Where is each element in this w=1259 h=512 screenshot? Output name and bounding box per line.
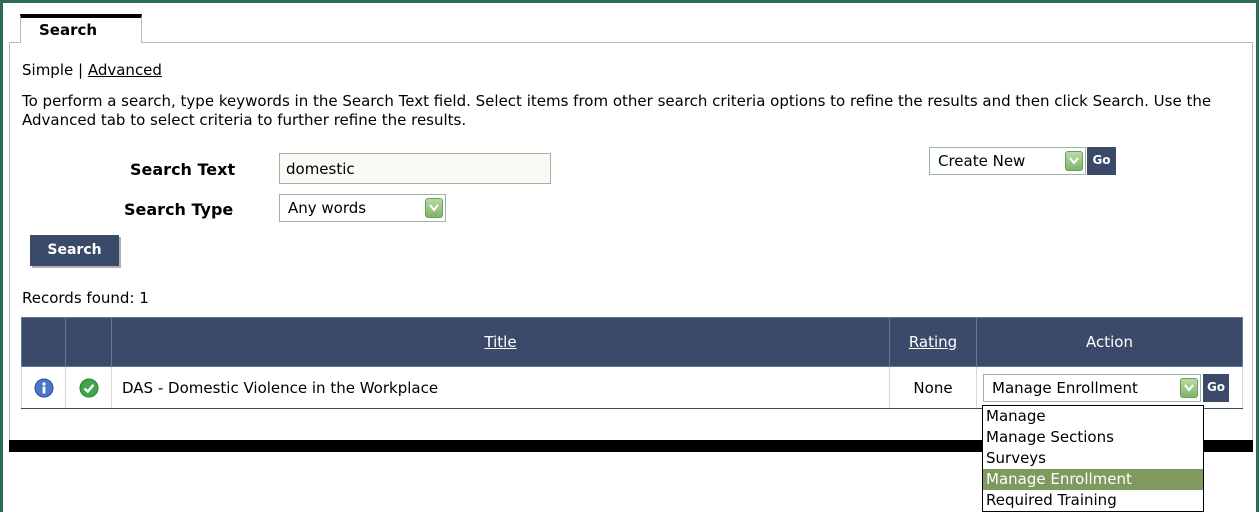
table-row: DAS - Domestic Violence in the Workplace… [21, 366, 1243, 409]
dropdown-option-manage-enrollment[interactable]: Manage Enrollment [983, 469, 1203, 490]
results-table: Title Rating Action DAS - Domestic Viole… [21, 317, 1243, 409]
search-mode-links: Simple | Advanced [22, 61, 162, 79]
tab-search[interactable]: Search [20, 14, 142, 43]
info-icon[interactable] [34, 378, 54, 398]
search-button[interactable]: Search [30, 235, 119, 266]
header-title: Title [111, 317, 890, 367]
chevron-down-icon[interactable] [1180, 378, 1198, 398]
sort-rating-link[interactable]: Rating [909, 333, 957, 351]
dropdown-option-manage-sections[interactable]: Manage Sections [983, 427, 1203, 448]
rating-cell: None [889, 366, 977, 409]
status-cell [65, 366, 112, 409]
table-header-row: Title Rating Action [21, 317, 1243, 367]
header-rating: Rating [889, 317, 977, 367]
dropdown-option-manage[interactable]: Manage [983, 406, 1203, 427]
action-go-button[interactable]: Go [1203, 374, 1229, 402]
header-info-col [21, 317, 66, 367]
header-action: Action [976, 317, 1243, 367]
action-dropdown-list[interactable]: Manage Manage Sections Surveys Manage En… [982, 405, 1204, 512]
records-found: Records found: 1 [22, 289, 149, 307]
title-cell: DAS - Domestic Violence in the Workplace [111, 366, 890, 409]
simple-mode-label: Simple [22, 61, 74, 79]
chevron-down-icon[interactable] [425, 198, 443, 218]
chevron-down-icon[interactable] [1065, 151, 1083, 171]
tab-strip: Search [9, 6, 1253, 43]
dropdown-option-required-training[interactable]: Required Training [983, 490, 1203, 511]
search-text-input[interactable]: domestic [279, 153, 551, 184]
search-instructions: To perform a search, type keywords in th… [22, 92, 1212, 129]
create-new-go-button[interactable]: Go [1087, 147, 1116, 175]
create-new-select[interactable]: Create New [929, 147, 1086, 175]
header-status-col [65, 317, 112, 367]
search-type-select[interactable]: Any words [279, 194, 446, 222]
search-type-label: Search Type [124, 200, 234, 219]
action-select[interactable]: Manage Enrollment [983, 374, 1201, 402]
create-new-value: Create New [938, 152, 1026, 170]
advanced-mode-link[interactable]: Advanced [88, 61, 162, 79]
search-type-value: Any words [288, 199, 367, 217]
action-select-value: Manage Enrollment [992, 379, 1138, 397]
sort-title-link[interactable]: Title [484, 333, 516, 351]
info-cell [21, 366, 66, 409]
mode-separator: | [78, 61, 84, 79]
dropdown-option-surveys[interactable]: Surveys [983, 448, 1203, 469]
check-circle-icon [79, 378, 98, 397]
search-text-label: Search Text [130, 160, 236, 179]
action-cell: Manage Enrollment Go [976, 366, 1243, 409]
